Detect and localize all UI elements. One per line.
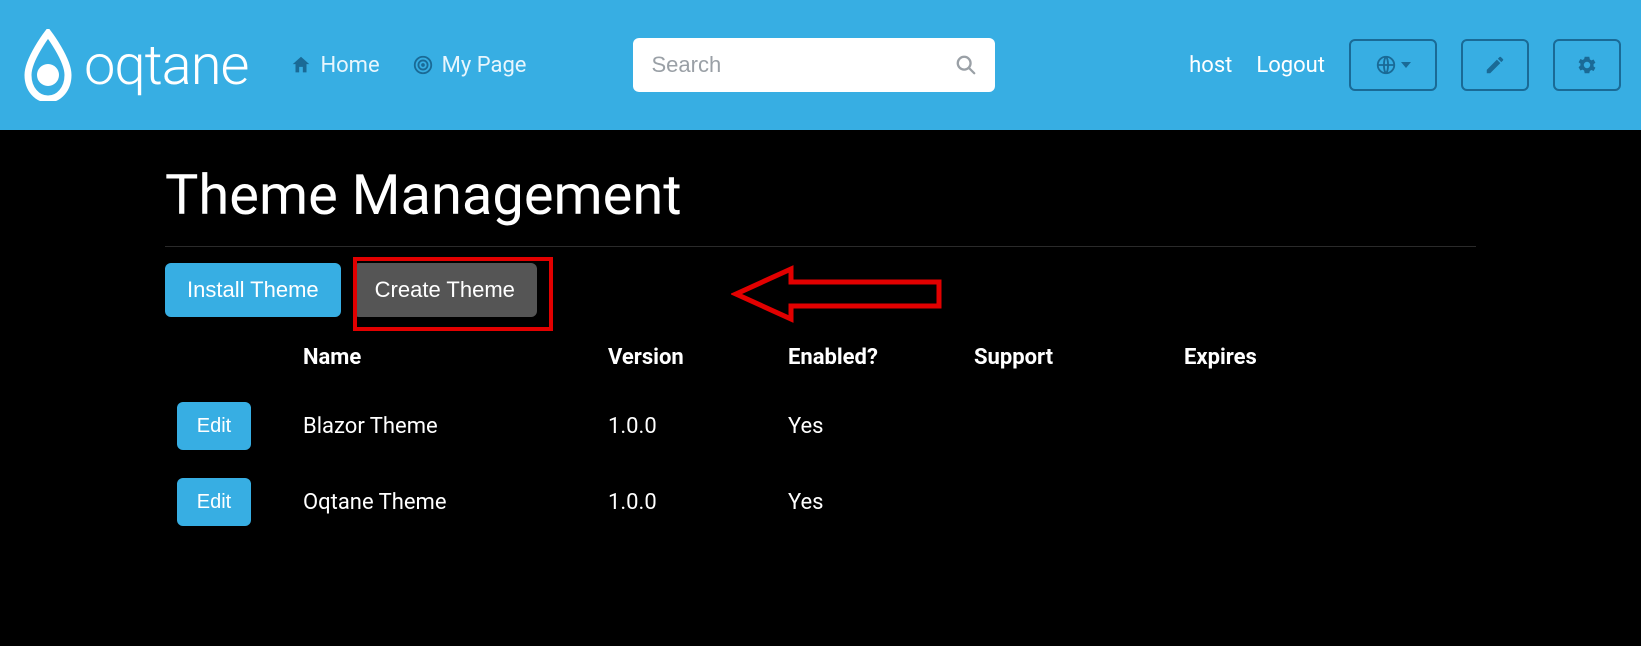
search-box[interactable] <box>633 38 995 92</box>
annotation-arrow-icon <box>731 257 951 331</box>
cell-name: Oqtane Theme <box>303 490 608 515</box>
nav-mypage-label: My Page <box>442 53 527 78</box>
cell-enabled: Yes <box>788 414 974 439</box>
header-right: host Logout <box>1189 39 1621 91</box>
main-content: Theme Management Install Theme Create Th… <box>0 130 1641 540</box>
logout-link[interactable]: Logout <box>1256 53 1325 78</box>
table-row: Edit Blazor Theme 1.0.0 Yes <box>165 388 1476 464</box>
globe-icon <box>1375 54 1397 76</box>
chevron-down-icon <box>1401 62 1411 68</box>
page-title: Theme Management <box>165 162 1476 228</box>
cell-version: 1.0.0 <box>608 490 788 515</box>
brand-logo[interactable]: oqtane <box>20 29 248 101</box>
language-button[interactable] <box>1349 39 1437 91</box>
search-icon[interactable] <box>955 54 977 76</box>
col-version-header: Version <box>608 345 788 370</box>
nav-home[interactable]: Home <box>278 47 391 84</box>
col-enabled-header: Enabled? <box>788 345 974 370</box>
brand-name: oqtane <box>84 32 248 98</box>
cell-name: Blazor Theme <box>303 414 608 439</box>
install-theme-button[interactable]: Install Theme <box>165 263 341 317</box>
target-icon <box>412 54 434 76</box>
logo-drop-icon <box>20 29 76 101</box>
col-expires-header: Expires <box>1184 345 1384 370</box>
user-name[interactable]: host <box>1189 53 1232 78</box>
create-theme-button[interactable]: Create Theme <box>353 263 537 317</box>
nav-mypage[interactable]: My Page <box>400 47 539 84</box>
home-icon <box>290 54 312 76</box>
top-header: oqtane Home My Page host Logout <box>0 0 1641 130</box>
action-row: Install Theme Create Theme <box>165 263 1476 317</box>
edit-mode-button[interactable] <box>1461 39 1529 91</box>
main-nav: Home My Page <box>278 47 538 84</box>
pencil-icon <box>1484 54 1506 76</box>
nav-home-label: Home <box>320 53 379 78</box>
cell-enabled: Yes <box>788 490 974 515</box>
edit-button[interactable]: Edit <box>177 478 251 526</box>
themes-table: Name Version Enabled? Support Expires Ed… <box>165 335 1476 540</box>
col-edit-header <box>165 345 303 370</box>
table-row: Edit Oqtane Theme 1.0.0 Yes <box>165 464 1476 540</box>
col-name-header: Name <box>303 345 608 370</box>
cell-version: 1.0.0 <box>608 414 788 439</box>
edit-button[interactable]: Edit <box>177 402 251 450</box>
gear-icon <box>1576 54 1598 76</box>
settings-button[interactable] <box>1553 39 1621 91</box>
col-support-header: Support <box>974 345 1184 370</box>
divider <box>165 246 1476 247</box>
table-header-row: Name Version Enabled? Support Expires <box>165 335 1476 388</box>
search-input[interactable] <box>651 52 955 78</box>
